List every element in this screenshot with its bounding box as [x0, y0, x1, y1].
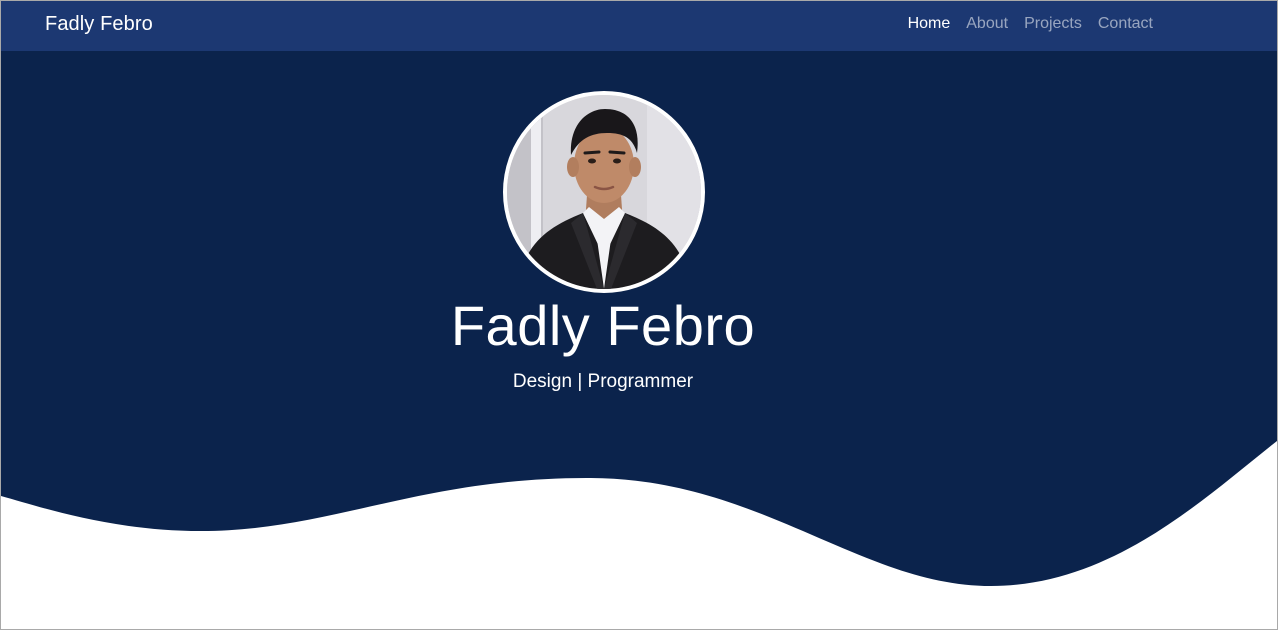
hero-subtitle: Design | Programmer — [512, 371, 694, 392]
nav-link-contact[interactable]: Contact — [1098, 15, 1153, 33]
nav-links: Home About Projects Contact — [908, 15, 1153, 33]
nav-link-home[interactable]: Home — [908, 15, 951, 33]
navbar: Fadly Febro Home About Projects Contact — [1, 1, 1277, 51]
profile-photo-avatar — [503, 91, 705, 293]
navbar-brand[interactable]: Fadly Febro — [45, 13, 153, 36]
browser-viewport: Fadly Febro Home About Projects Contact — [0, 0, 1278, 630]
nav-link-projects[interactable]: Projects — [1024, 15, 1082, 33]
hero-name: Fadly Febro — [450, 294, 756, 357]
hero-section: Fadly Febro Design | Programmer — [1, 51, 1277, 629]
profile-photo-image — [507, 95, 701, 289]
nav-link-about[interactable]: About — [966, 15, 1008, 33]
